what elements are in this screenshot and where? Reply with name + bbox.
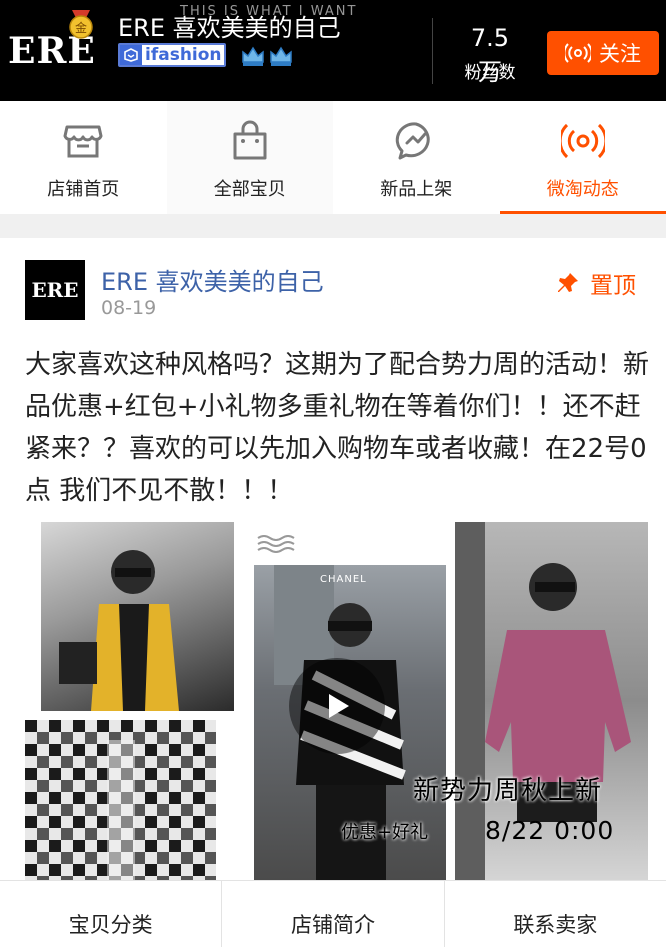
play-icon [329,694,349,718]
pin-icon [558,273,578,292]
post-photo[interactable] [25,720,216,880]
nav-item-shop-intro[interactable]: 店铺简介 [221,881,443,947]
crown-icon [270,46,292,66]
photo-caption-title: 新势力周秋上新 [413,776,603,806]
photo-caption-date: 8/22 0:00 [485,816,615,845]
nav-item-contact-seller[interactable]: 联系卖家 [443,881,666,947]
tab-new-items[interactable]: 新品上架 [333,101,500,214]
tab-all-items[interactable]: 全部宝贝 [166,101,333,214]
tab-shop-home[interactable]: 店铺首页 [0,101,167,214]
post-photo[interactable] [41,522,234,711]
follow-label: 关注 [599,42,641,66]
storefront-icon [63,125,103,158]
pinned-badge: 置顶 [556,266,636,300]
tab-weitao-feed[interactable]: 微淘动态 [499,101,666,214]
gold-medal-icon: 金 [69,10,93,39]
follow-button[interactable]: 关注 [547,31,659,75]
broadcast-icon [560,123,605,159]
brand-sign: CHANEL [320,574,367,585]
broadcast-icon [565,43,591,63]
nav-item-category[interactable]: 宝贝分类 [0,881,221,947]
ifashion-badge: ifashion [118,43,226,67]
post-date: 08-19 [101,297,157,319]
header-divider [432,18,433,84]
ifashion-label: ifashion [145,45,222,65]
tab-label: 全部宝贝 [213,179,286,200]
section-separator [0,214,666,238]
post-text: 大家喜欢这种风格吗？这期为了配合势力周的活动！新品优惠+红包+小礼物多重礼物在等… [25,350,650,506]
fans-label: 粉丝数 [464,63,516,83]
crown-icon [242,46,264,66]
shopping-bag-icon [233,120,267,160]
feed-post: ERE ERE 喜欢美美的自己 08-19 置顶 大家喜欢这种风格吗？这期为了配… [0,238,666,880]
shop-tabs: 店铺首页 全部宝贝 新品上架 微淘动态 [0,101,666,214]
seller-rating [240,44,300,68]
shop-header: ERE 金 THIS IS WHAT I WANT ERE 喜欢美美的自己 if… [0,0,666,101]
medal-char: 金 [75,20,87,35]
bottom-nav: 宝贝分类 店铺简介 联系卖家 [0,880,666,947]
new-items-bubble-icon [396,122,430,160]
tab-label: 新品上架 [380,179,453,200]
photo-caption-promo: 优惠+好礼 [341,822,429,843]
avatar[interactable]: ERE [25,260,85,320]
video-play-button[interactable] [289,658,385,754]
scroll-waves-icon [257,535,295,553]
shop-name: ERE 喜欢美美的自己 [118,14,341,42]
post-photo-collage[interactable]: CHANEL 新势力周秋上新 优惠+好礼 8/22 0:00 [25,520,651,880]
post-author-link[interactable]: ERE 喜欢美美的自己 [101,262,324,297]
pinned-label: 置顶 [590,273,636,299]
tab-label: 微淘动态 [546,179,619,200]
ifashion-logo-icon [120,45,142,65]
tab-label: 店铺首页 [47,179,120,200]
